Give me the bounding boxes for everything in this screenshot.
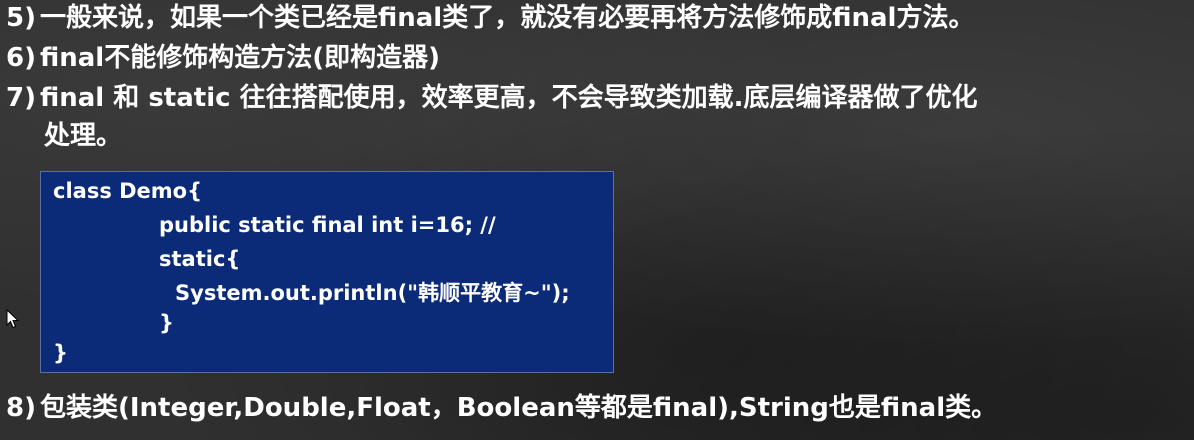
- code-line: class Demo{: [53, 179, 203, 203]
- code-block: class Demo{ public static final int i=16…: [40, 171, 614, 373]
- point-5: 5) 一般来说，如果一个类已经是final类了，就没有必要再将方法修饰成final…: [6, 0, 974, 36]
- point-number: 8): [6, 393, 36, 423]
- point-text: 处理。: [44, 121, 123, 151]
- code-line: }: [159, 311, 174, 335]
- point-6: 6) final不能修饰构造方法(即构造器): [6, 40, 440, 76]
- point-text: final 和 static 往往搭配使用，效率更高，不会导致类加载.底层编译器…: [39, 83, 978, 113]
- point-7-continuation: 处理。: [44, 118, 122, 154]
- point-number: 5): [6, 3, 36, 33]
- mouse-pointer-icon: [6, 309, 20, 329]
- point-text: 包装类(Integer,Double,Float，Boolean等都是final…: [39, 393, 998, 423]
- point-7: 7) final 和 static 往往搭配使用，效率更高，不会导致类加载.底层编…: [6, 80, 977, 116]
- slide: 5) 一般来说，如果一个类已经是final类了，就没有必要再将方法修饰成final…: [0, 0, 1194, 440]
- code-line: }: [53, 341, 68, 365]
- point-8: 8) 包装类(Integer,Double,Float，Boolean等都是fin…: [6, 390, 997, 426]
- point-text: final不能修饰构造方法(即构造器): [39, 43, 440, 73]
- point-text: 一般来说，如果一个类已经是final类了，就没有必要再将方法修饰成final方法…: [39, 3, 975, 33]
- point-number: 6): [6, 43, 36, 73]
- code-line: public static final int i=16; //: [159, 213, 496, 237]
- code-line: static{: [159, 247, 241, 271]
- code-line: System.out.println("韩顺平教育~");: [175, 281, 570, 305]
- point-number: 7): [6, 83, 36, 113]
